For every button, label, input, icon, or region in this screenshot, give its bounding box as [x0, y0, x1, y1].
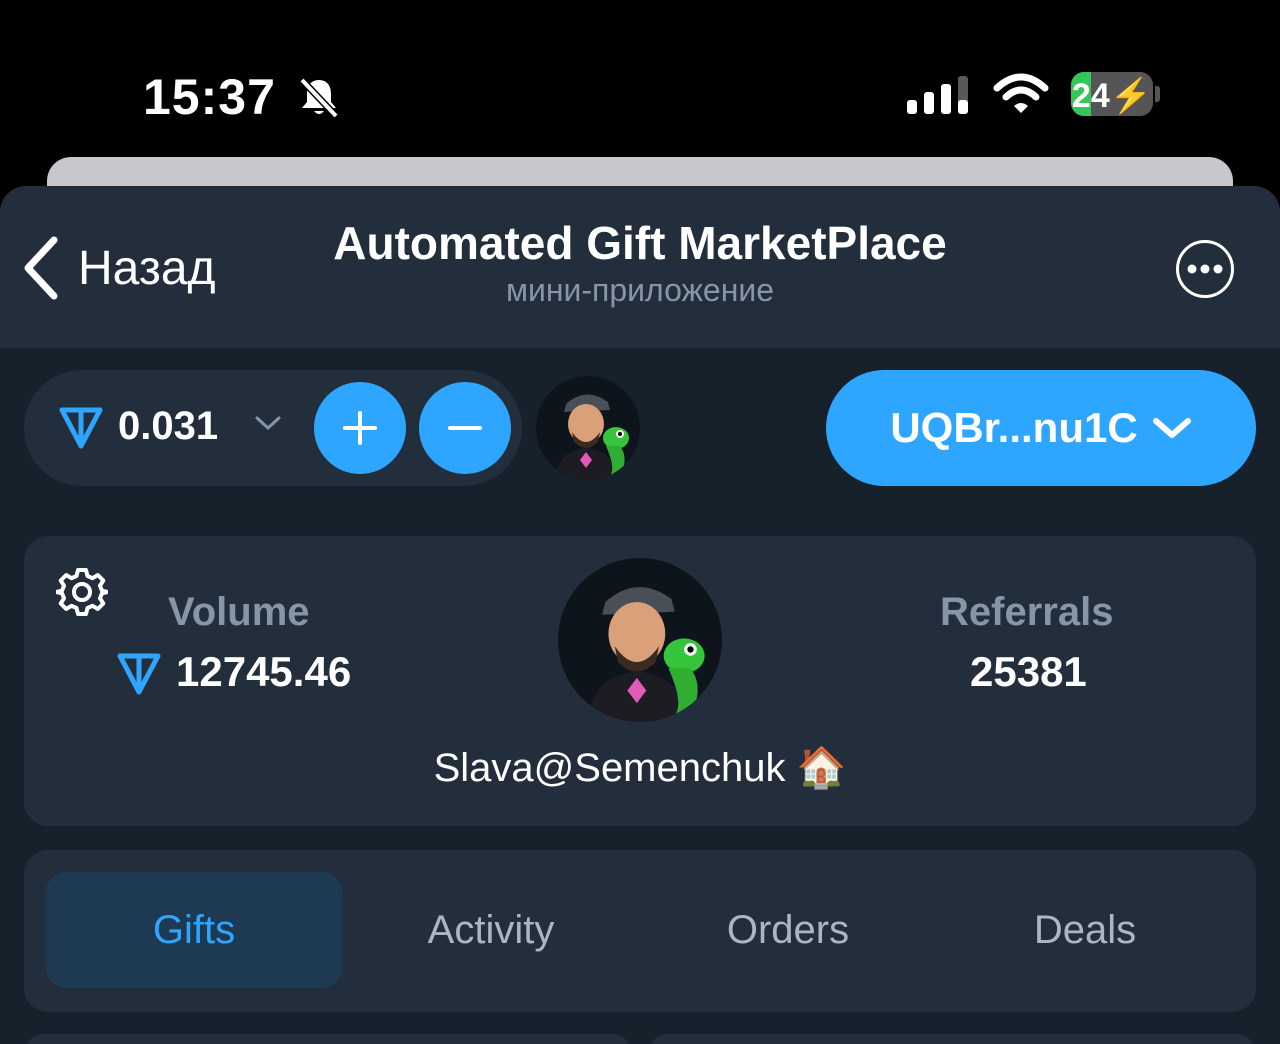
page-title: Automated Gift MarketPlace [333, 217, 947, 269]
tab-deals[interactable]: Deals [937, 872, 1233, 988]
page-subtitle: мини-приложение [505, 272, 775, 308]
chevron-left-icon [24, 236, 58, 300]
app-header: Назад Automated Gift MarketPlace мини-пр… [0, 186, 1280, 348]
avatar[interactable] [558, 558, 722, 722]
tab-gifts[interactable]: Gifts [46, 872, 342, 988]
referrals-value: 25381 [970, 648, 1087, 695]
chevron-down-icon [1152, 418, 1191, 438]
wallet-address-button[interactable]: UQBr...nu1C [826, 370, 1256, 486]
avatar[interactable] [536, 376, 640, 480]
ton-icon [58, 404, 104, 455]
battery-charging-icon: 24⚡ [1071, 72, 1153, 116]
profile-card: Volume 12745.46 Referrals 25381 Slava@Se… [24, 536, 1256, 826]
battery-level: 24 [1071, 77, 1110, 115]
more-icon [1187, 264, 1223, 274]
withdraw-button[interactable] [419, 382, 511, 474]
chevron-down-icon [254, 414, 282, 437]
gift-card[interactable] [24, 1034, 632, 1044]
tab-orders[interactable]: Orders [640, 872, 936, 988]
username: Slava@Semenchuk 🏠 [433, 746, 847, 790]
wallet-address: UQBr...nu1C [890, 404, 1138, 451]
bell-slash-icon [296, 74, 342, 125]
volume-value: 12745.46 [176, 648, 352, 695]
wifi-icon [993, 72, 1049, 121]
plus-icon [343, 411, 377, 445]
signal-icon [905, 74, 971, 121]
deposit-button[interactable] [314, 382, 406, 474]
wallet-toolbar: 0.031 UQBr...nu1C [0, 348, 1280, 512]
gear-icon[interactable] [54, 566, 110, 623]
volume-label: Volume [168, 590, 310, 634]
mini-app: Назад Automated Gift MarketPlace мини-пр… [0, 186, 1280, 1044]
balance-pill[interactable]: 0.031 [24, 370, 522, 486]
status-time: 15:37 [143, 69, 276, 125]
back-label: Назад [78, 241, 216, 295]
header-titles: Automated Gift MarketPlace мини-приложен… [260, 216, 1020, 309]
more-button[interactable] [1176, 240, 1234, 298]
minus-icon [448, 426, 482, 430]
ton-icon [116, 650, 162, 701]
referrals-label: Referrals [940, 590, 1114, 634]
gift-card[interactable] [648, 1034, 1256, 1044]
balance-value: 0.031 [118, 404, 219, 448]
back-button[interactable]: Назад [22, 236, 216, 300]
tab-bar: Gifts Activity Orders Deals [24, 850, 1256, 1012]
tab-activity[interactable]: Activity [343, 872, 639, 988]
